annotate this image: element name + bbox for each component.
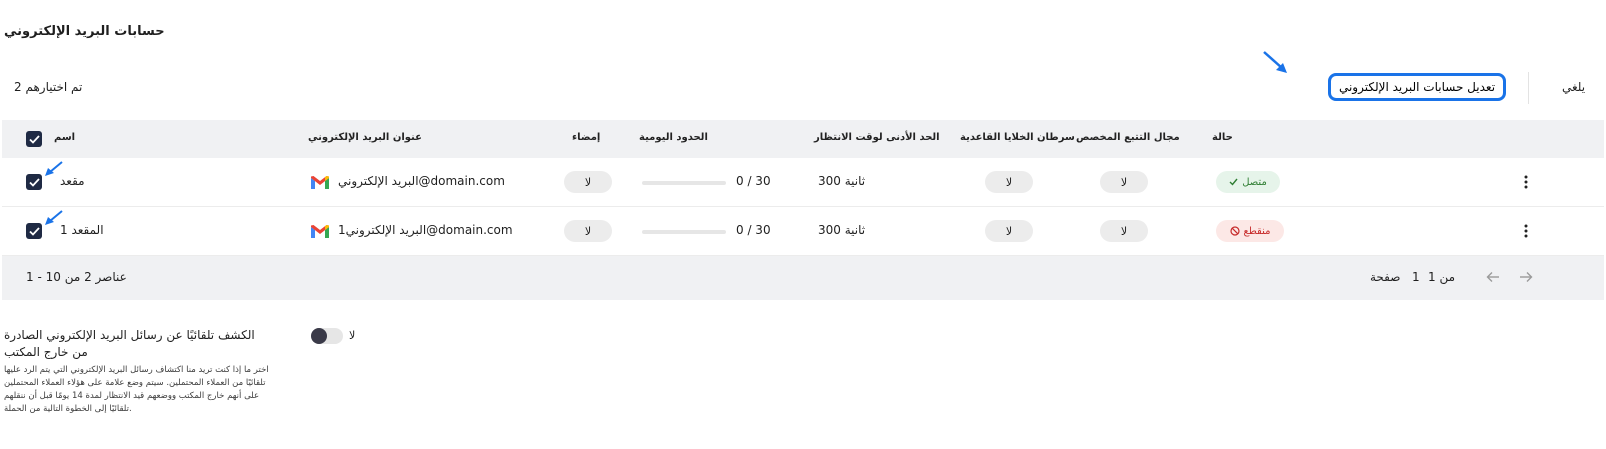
toggle-state-label: لا bbox=[349, 329, 356, 342]
account-name: المقعد 1 bbox=[60, 223, 104, 237]
row-menu-icon[interactable] bbox=[1524, 224, 1528, 238]
header-email: عنوان البريد الإلكتروني bbox=[308, 132, 422, 143]
signature-value: لا bbox=[564, 171, 612, 193]
row-checkbox[interactable] bbox=[26, 174, 42, 190]
table-pagination: 1 - 10 عناصر 2 من صفحة 1 من 1 bbox=[2, 256, 1604, 300]
header-name: اسم bbox=[54, 132, 76, 143]
check-icon bbox=[28, 226, 40, 236]
blocked-icon bbox=[1229, 226, 1240, 236]
header-custom-tracking: مجال التتبع المخصص bbox=[1076, 132, 1180, 143]
check-icon bbox=[28, 177, 40, 187]
daily-limit-value: 0 / 30 bbox=[736, 174, 771, 188]
row-menu-icon[interactable] bbox=[1524, 175, 1528, 189]
status-badge: منقطع bbox=[1216, 220, 1284, 242]
bcc-value: لا bbox=[985, 220, 1033, 242]
tracking-value: لا bbox=[1100, 171, 1148, 193]
min-wait-value: 300 ثانية bbox=[818, 174, 866, 188]
page-title: حسابات البريد الإلكتروني bbox=[4, 24, 165, 39]
check-icon bbox=[1229, 178, 1238, 186]
ooo-detection-toggle[interactable] bbox=[311, 328, 343, 344]
table-header: اسم عنوان البريد الإلكتروني إمضاء الحدود… bbox=[2, 120, 1604, 158]
table-row[interactable]: مقعد البريد الإلكتروني@domain.com لا 0 /… bbox=[2, 158, 1604, 207]
next-page-icon[interactable] bbox=[1519, 271, 1533, 283]
ooo-setting-title: الكشف تلقائيًا عن رسائل البريد الإلكترون… bbox=[4, 328, 255, 359]
daily-limit-progress bbox=[642, 230, 726, 234]
email-accounts-table: اسم عنوان البريد الإلكتروني إمضاء الحدود… bbox=[2, 120, 1604, 300]
bcc-value: لا bbox=[985, 171, 1033, 193]
header-bcc: سرطان الخلايا القاعدية bbox=[960, 132, 1075, 143]
header-status: حالة bbox=[1212, 132, 1233, 143]
toggle-knob bbox=[311, 328, 327, 344]
tracking-value: لا bbox=[1100, 220, 1148, 242]
header-signature: إمضاء bbox=[572, 132, 601, 143]
account-name: مقعد bbox=[60, 174, 85, 188]
status-badge: متصل bbox=[1216, 171, 1280, 193]
gmail-icon bbox=[311, 225, 329, 238]
status-text: متصل bbox=[1242, 176, 1267, 188]
status-text: منقطع bbox=[1243, 225, 1271, 237]
prev-page-icon[interactable] bbox=[1486, 271, 1500, 283]
daily-limit-progress bbox=[642, 181, 726, 185]
table-row[interactable]: المقعد 1 البريد الإلكتروني1@domain.com ل… bbox=[2, 207, 1604, 256]
account-email: البريد الإلكتروني@domain.com bbox=[338, 174, 505, 188]
account-email: البريد الإلكتروني1@domain.com bbox=[338, 223, 513, 237]
ooo-setting-description: اختر ما إذا كنت تريد منا اكتشاف رسائل ال… bbox=[4, 365, 269, 414]
page-total: من 1 bbox=[1428, 270, 1456, 284]
edit-email-accounts-button[interactable]: تعديل حسابات البريد الإلكتروني bbox=[1328, 73, 1506, 101]
toolbar-divider bbox=[1528, 72, 1529, 104]
daily-limit-value: 0 / 30 bbox=[736, 223, 771, 237]
gmail-icon bbox=[311, 176, 329, 189]
pointer-arrow-icon bbox=[1263, 51, 1287, 73]
selected-count: تم اختيارهم 2 bbox=[14, 80, 83, 94]
min-wait-value: 300 ثانية bbox=[818, 223, 866, 237]
page-number[interactable]: 1 bbox=[1412, 270, 1420, 284]
header-min-wait: الحد الأدنى لوقت الانتظار bbox=[814, 132, 940, 143]
check-icon bbox=[28, 134, 40, 144]
signature-value: لا bbox=[564, 220, 612, 242]
page-label: صفحة bbox=[1370, 270, 1401, 284]
cancel-button[interactable]: يلغي bbox=[1562, 80, 1585, 94]
select-all-checkbox[interactable] bbox=[26, 131, 42, 147]
header-daily-limits: الحدود اليومية bbox=[639, 132, 708, 143]
pagination-range: 1 - 10 عناصر 2 من bbox=[26, 270, 127, 284]
row-checkbox[interactable] bbox=[26, 223, 42, 239]
